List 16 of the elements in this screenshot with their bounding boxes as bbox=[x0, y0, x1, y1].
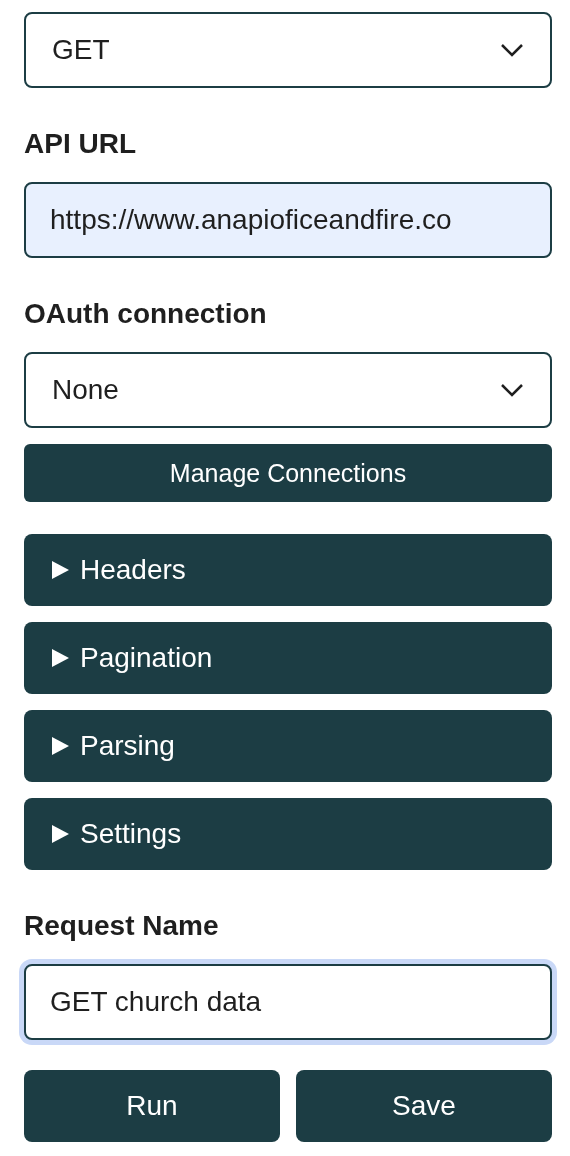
chevron-down-icon bbox=[500, 43, 524, 57]
field-label: Request Name bbox=[24, 910, 219, 942]
manage-connections-button[interactable]: Manage Connections bbox=[24, 444, 552, 502]
section-toggle[interactable]: Pagination bbox=[24, 622, 552, 694]
action-button[interactable]: Run bbox=[24, 1070, 280, 1142]
field-label: OAuth connection bbox=[24, 298, 267, 330]
section-toggle[interactable]: Headers bbox=[24, 534, 552, 606]
section-toggle[interactable]: Parsing bbox=[24, 710, 552, 782]
section-toggle[interactable]: Settings bbox=[24, 798, 552, 870]
action-button[interactable]: Save bbox=[296, 1070, 552, 1142]
field-label: API URL bbox=[24, 128, 136, 160]
request-name-input[interactable]: GET church data bbox=[24, 964, 552, 1040]
method-select[interactable]: GET bbox=[24, 12, 552, 88]
chevron-down-icon bbox=[500, 383, 524, 397]
oauth-select[interactable]: None bbox=[24, 352, 552, 428]
url-input[interactable]: https://www.anapioficeandfire.co bbox=[24, 182, 552, 258]
